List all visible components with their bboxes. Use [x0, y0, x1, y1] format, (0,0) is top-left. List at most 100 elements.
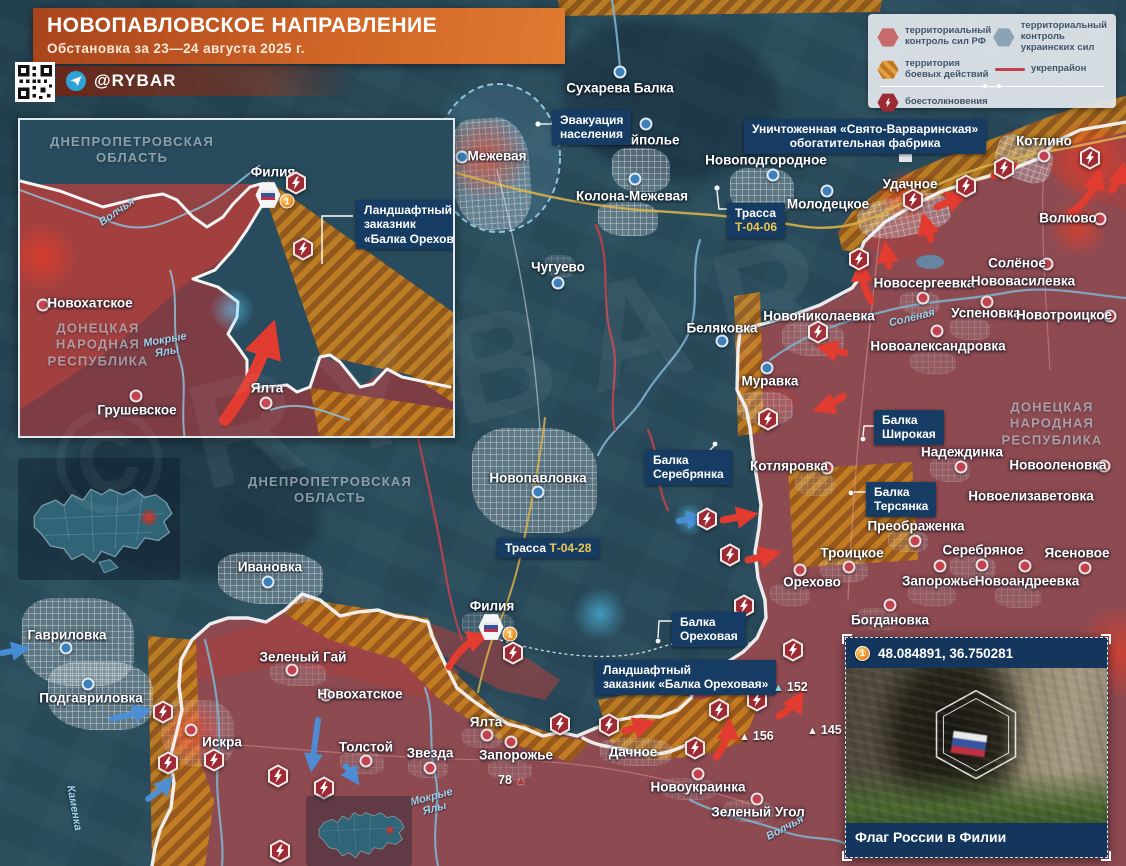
callout-badge: БалкаТерсянка	[866, 482, 936, 517]
city-label: Филия	[470, 599, 515, 614]
settlement-marker-blue	[640, 118, 653, 131]
clash-icon	[501, 641, 525, 665]
ukraine-minimap-small	[306, 796, 412, 866]
city-label: Новосергеевка	[874, 276, 975, 291]
settlement-marker-red	[424, 762, 437, 775]
city-label: Новоподгородное	[705, 153, 827, 168]
settlement-marker-blue	[552, 277, 565, 290]
city-label: Грушевское	[97, 403, 176, 418]
ua-control-swatch-icon	[993, 27, 1015, 47]
clash-icon	[806, 320, 830, 344]
city-label: Зеленый Гай	[260, 650, 347, 665]
russian-flag	[950, 731, 987, 758]
city-label: Новоукраинка	[651, 780, 746, 795]
combat-zone-swatch-icon	[877, 60, 899, 80]
fortline-swatch-icon	[995, 68, 1025, 71]
city-label: Успеновка	[951, 306, 1021, 321]
photo-image	[846, 668, 1107, 823]
city-label: Троицкое	[820, 546, 883, 561]
settlement-marker-red	[1038, 150, 1051, 163]
city-label: Звезда	[407, 746, 454, 761]
region-label: ДОНЕЦКАЯНАРОДНАЯРЕСПУБЛИКА	[1002, 400, 1103, 449]
city-label: Беляковка	[686, 321, 757, 336]
settlement-marker-red	[260, 397, 273, 410]
city-label: Запорожье	[902, 574, 976, 589]
settlement-marker-blue	[82, 678, 95, 691]
city-label: Муравка	[742, 374, 799, 389]
city-label: Ялта	[470, 715, 502, 730]
inset-map-filiya: 1ФилияНовохатскоеГрушевскоеЯлтаДНЕПРОПЕТ…	[18, 118, 455, 438]
callout-badge: Уничтоженная «Свято-Варваринская»обогати…	[744, 119, 986, 154]
settlement-marker-red	[481, 729, 494, 742]
frame-corner-icon	[842, 851, 852, 861]
city-label: Гавриловка	[27, 628, 106, 643]
scale-bar	[879, 86, 1105, 87]
clash-icon	[707, 698, 731, 722]
map-title: НОВОПАВЛОВСКОЕ НАПРАВЛЕНИЕ	[47, 14, 551, 38]
photo-ref-number: 1	[503, 627, 518, 642]
clash-icon	[548, 712, 572, 736]
settlement-marker-blue	[716, 335, 729, 348]
channel-bar: @RYBAR	[56, 66, 356, 96]
river-label: МокрыеЯлы	[142, 330, 189, 361]
clash-swatch-icon	[877, 93, 899, 113]
clash-icon	[718, 543, 742, 567]
callout-badge: ТрассаТ-04-06	[727, 203, 785, 238]
callout-badge: Ландшафтныйзаказник«Балка Ореховая»	[356, 200, 455, 249]
strike-glow	[1048, 198, 1108, 258]
photo-number-badge: 1	[855, 646, 870, 661]
photo-caption: Флаг России в Филии	[846, 823, 1107, 851]
legend: территориальный контроль сил РФ территор…	[868, 14, 1116, 108]
settlement-marker-red	[917, 292, 930, 305]
event-glow	[573, 587, 628, 642]
city-label: Ясеновое	[1045, 546, 1110, 561]
clash-icon	[597, 713, 621, 737]
settlement-marker-red	[286, 664, 299, 677]
clash-icon	[1078, 146, 1102, 170]
region-label: ДНЕПРОПЕТРОВСКАЯОБЛАСТЬ	[248, 474, 412, 507]
settlement-marker-blue	[262, 576, 275, 589]
clash-icon	[683, 736, 707, 760]
settlement-marker-blue	[532, 486, 545, 499]
city-label: Межевая	[468, 149, 527, 164]
settlement-marker-red	[185, 724, 198, 737]
legend-item-ua-control: территориальный контроль украинских сил	[993, 21, 1107, 54]
city-label: Толстой	[339, 740, 393, 755]
settlement-marker-red	[976, 559, 989, 572]
city-label: Богдановка	[851, 613, 929, 628]
map-subtitle: Обстановка за 23—24 августа 2025 г.	[47, 41, 551, 56]
height-marker: 78 ▲	[498, 773, 529, 787]
clash-icon	[202, 748, 226, 772]
city-label: Новохатское	[47, 296, 132, 311]
legend-item-combat-zone: территория боевых действий	[877, 59, 995, 81]
settlement-marker-red	[909, 535, 922, 548]
city-label: Волково	[1039, 211, 1096, 226]
russian-flag-marker-icon	[255, 181, 281, 209]
height-marker: ▲156	[739, 729, 774, 743]
height-marker: ▲145	[807, 723, 842, 737]
clash-icon	[156, 751, 180, 775]
clash-icon	[756, 407, 780, 431]
clash-icon	[151, 700, 175, 724]
city-label: Чугуево	[531, 260, 585, 275]
city-label: Запорожье	[479, 748, 553, 763]
photo-header: 1 48.084891, 36.750281	[846, 638, 1107, 668]
city-label: Новооленовка	[1009, 458, 1106, 473]
city-label: Преображенка	[867, 519, 964, 534]
qr-code-icon	[15, 62, 55, 102]
clash-icon	[268, 839, 292, 863]
city-label: Новохатское	[317, 687, 402, 702]
city-label: Солёное	[988, 256, 1046, 271]
city-label: Новопавловка	[489, 471, 586, 486]
callout-badge: Трасса Т-04-28	[497, 538, 599, 558]
city-label: Новоандреевка	[975, 574, 1079, 589]
clash-icon	[954, 174, 978, 198]
city-label: Котляровка	[750, 459, 828, 474]
callout-badge: БалкаСеребрянка	[645, 450, 732, 485]
city-label: Надеждинка	[921, 445, 1003, 460]
city-label: Новоелизаветовка	[968, 489, 1093, 504]
settlement-marker-red	[931, 325, 944, 338]
clash-icon	[847, 247, 871, 271]
river-label: Волчья	[97, 195, 137, 228]
settlement-marker-blue	[767, 169, 780, 182]
